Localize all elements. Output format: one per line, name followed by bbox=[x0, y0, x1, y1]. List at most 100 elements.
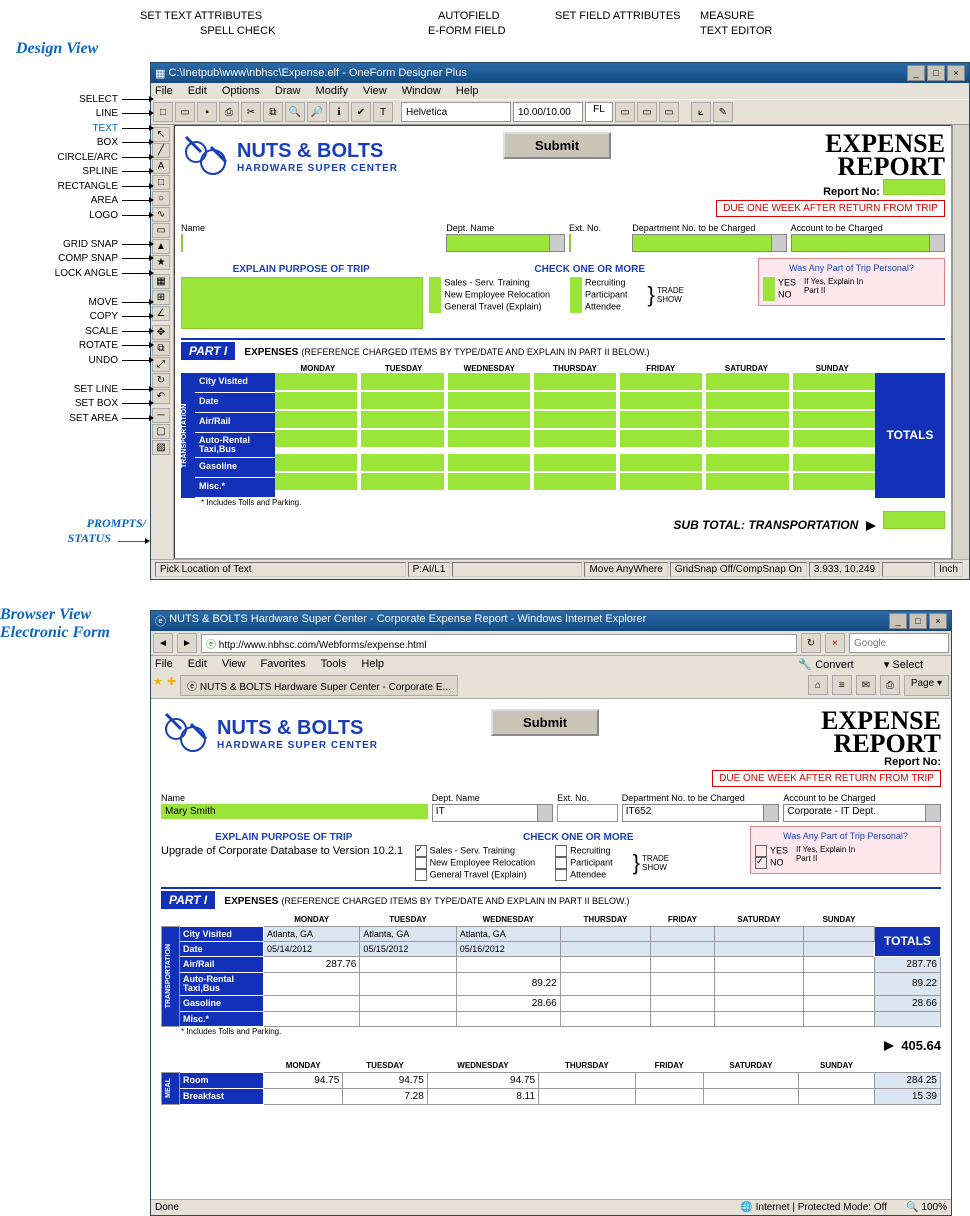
cb2-general[interactable] bbox=[415, 869, 427, 881]
tool-autofield[interactable]: ▭ bbox=[637, 102, 657, 122]
vtool-lock-angle[interactable]: ∠ bbox=[152, 306, 170, 321]
submit-button[interactable]: Submit bbox=[503, 132, 611, 159]
address-bar[interactable]: ⓔ http://www.nbhsc.com/Webforms/expense.… bbox=[201, 634, 797, 653]
purpose-text[interactable]: Upgrade of Corporate Database to Version… bbox=[161, 845, 407, 857]
page-menu[interactable]: Page ▾ bbox=[904, 675, 949, 696]
acct-value[interactable]: Corporate - IT Dept. bbox=[783, 804, 941, 822]
tool-spell-check[interactable]: ✔ bbox=[351, 102, 371, 122]
cb-yes[interactable] bbox=[763, 277, 775, 289]
explain-field[interactable] bbox=[181, 277, 423, 329]
close-button[interactable]: × bbox=[947, 65, 965, 81]
ie-menu-favorites[interactable]: Favorites bbox=[261, 658, 306, 670]
ie-menu-help[interactable]: Help bbox=[361, 658, 384, 670]
tool-cut[interactable]: ✂ bbox=[241, 102, 261, 122]
vtool-move[interactable]: ✥ bbox=[152, 325, 170, 340]
cb-sales[interactable] bbox=[429, 277, 441, 289]
cb-attendee[interactable] bbox=[570, 301, 582, 313]
ie-menu-tools[interactable]: Tools bbox=[321, 658, 347, 670]
nav-back[interactable]: ◄ bbox=[153, 633, 173, 653]
acct-field[interactable] bbox=[791, 234, 945, 252]
tool-copy[interactable]: ⧉ bbox=[263, 102, 283, 122]
tool-text-editor[interactable]: ✎ bbox=[713, 102, 733, 122]
cb-new-emp[interactable] bbox=[429, 289, 441, 301]
refresh-button[interactable]: ↻ bbox=[801, 633, 821, 653]
favorites-icon[interactable]: ★ bbox=[153, 675, 163, 696]
menu-edit[interactable]: Edit bbox=[188, 85, 207, 97]
vertical-scrollbar[interactable] bbox=[952, 125, 969, 559]
tool-print[interactable]: ⎙ bbox=[219, 102, 239, 122]
submit-button-2[interactable]: Submit bbox=[491, 709, 599, 736]
dept-value[interactable]: IT bbox=[432, 804, 553, 822]
menu-view[interactable]: View bbox=[363, 85, 387, 97]
subtotal-field[interactable] bbox=[883, 511, 945, 529]
vtool-logo[interactable]: ★ bbox=[152, 255, 170, 270]
browser-tab[interactable]: ⓔ NUTS & BOLTS Hardware Super Center - C… bbox=[180, 675, 458, 696]
tool-field-attr[interactable]: ▭ bbox=[659, 102, 679, 122]
vtool-rotate[interactable]: ↻ bbox=[152, 373, 170, 388]
vtool-comp-snap[interactable]: ⊞ bbox=[152, 290, 170, 305]
tool-eform-field[interactable]: ▭ bbox=[615, 102, 635, 122]
select-button[interactable]: ▾ Select bbox=[884, 658, 935, 671]
menu-file[interactable]: File bbox=[155, 85, 173, 97]
deptno-field[interactable] bbox=[632, 234, 786, 252]
menu-draw[interactable]: Draw bbox=[275, 85, 301, 97]
tool-zoom-in[interactable]: 🔍 bbox=[285, 102, 305, 122]
ie-maximize[interactable]: □ bbox=[909, 613, 927, 629]
cb2-new-emp[interactable] bbox=[415, 857, 427, 869]
tool-zoom-out[interactable]: 🔎 bbox=[307, 102, 327, 122]
menu-help[interactable]: Help bbox=[456, 85, 479, 97]
cb2-sales[interactable] bbox=[415, 845, 427, 857]
vtool-copy[interactable]: ⧉ bbox=[152, 341, 170, 356]
cb2-yes[interactable] bbox=[755, 845, 767, 857]
menu-modify[interactable]: Modify bbox=[316, 85, 348, 97]
report-no-field[interactable] bbox=[883, 179, 945, 195]
menu-options[interactable]: Options bbox=[222, 85, 260, 97]
tool-measure[interactable]: ⟀ bbox=[691, 102, 711, 122]
vtool-set-area[interactable]: ▨ bbox=[152, 440, 170, 455]
ext-field[interactable] bbox=[569, 234, 571, 252]
cb2-attendee[interactable] bbox=[555, 869, 567, 881]
vtool-spline[interactable]: ∿ bbox=[152, 207, 170, 222]
minimize-button[interactable]: _ bbox=[907, 65, 925, 81]
vtool-line[interactable]: ╱ bbox=[152, 143, 170, 158]
nav-forward[interactable]: ► bbox=[177, 633, 197, 653]
vtool-circle[interactable]: ○ bbox=[152, 191, 170, 206]
search-box[interactable] bbox=[849, 633, 949, 653]
tool-text-attr[interactable]: T bbox=[373, 102, 393, 122]
ie-zoom[interactable]: 🔍 100% bbox=[887, 1202, 947, 1213]
cb-general[interactable] bbox=[429, 301, 441, 313]
convert-button[interactable]: 🔧 Convert bbox=[798, 658, 865, 671]
ie-menu-view[interactable]: View bbox=[222, 658, 246, 670]
maximize-button[interactable]: □ bbox=[927, 65, 945, 81]
home-icon[interactable]: ⌂ bbox=[808, 675, 828, 695]
vtool-rectangle[interactable]: ▭ bbox=[152, 223, 170, 238]
cb-recruit[interactable] bbox=[570, 277, 582, 289]
tool-new[interactable]: □ bbox=[153, 102, 173, 122]
cb2-participant[interactable] bbox=[555, 857, 567, 869]
name-value[interactable]: Mary Smith bbox=[161, 804, 428, 819]
size-input[interactable] bbox=[513, 102, 583, 122]
ie-menu-edit[interactable]: Edit bbox=[188, 658, 207, 670]
vtool-text[interactable]: A bbox=[152, 159, 170, 174]
cb2-no[interactable] bbox=[755, 857, 767, 869]
mail-icon[interactable]: ✉ bbox=[856, 675, 876, 695]
design-canvas[interactable]: NUTS & BOLTS HARDWARE SUPER CENTER Submi… bbox=[174, 125, 952, 559]
cb-no[interactable] bbox=[763, 289, 775, 301]
feed-icon[interactable]: ≡ bbox=[832, 675, 852, 695]
vtool-set-line[interactable]: ─ bbox=[152, 408, 170, 423]
tool-open[interactable]: ▭ bbox=[175, 102, 195, 122]
deptno-value[interactable]: IT652 bbox=[622, 804, 780, 822]
vtool-box[interactable]: □ bbox=[152, 175, 170, 190]
name-field[interactable] bbox=[181, 234, 183, 252]
menu-window[interactable]: Window bbox=[402, 85, 441, 97]
font-selector[interactable] bbox=[401, 102, 511, 122]
vtool-select[interactable]: ↖ bbox=[152, 127, 170, 142]
vtool-undo[interactable]: ↶ bbox=[152, 389, 170, 404]
print-icon[interactable]: ⎙ bbox=[880, 675, 900, 695]
vtool-grid-snap[interactable]: ▦ bbox=[152, 274, 170, 289]
add-favorite-icon[interactable]: ✚ bbox=[167, 675, 176, 696]
ie-menu-file[interactable]: File bbox=[155, 658, 173, 670]
vtool-scale[interactable]: ⤢ bbox=[152, 357, 170, 372]
cb2-recruit[interactable] bbox=[555, 845, 567, 857]
ie-close[interactable]: × bbox=[929, 613, 947, 629]
